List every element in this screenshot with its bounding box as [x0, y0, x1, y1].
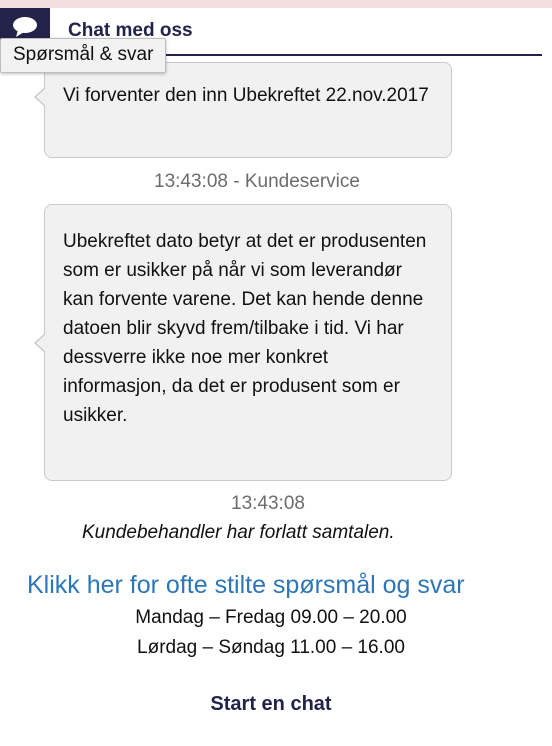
- faq-link[interactable]: Klikk her for ofte stilte spørsmål og sv…: [27, 571, 465, 600]
- opening-hours-weekdays: Mandag – Fredag 09.00 – 20.00: [135, 607, 407, 628]
- opening-hours-weekend: Lørdag – Søndag 11.00 – 16.00: [137, 637, 405, 658]
- message-bubble: Vi forventer den inn Ubekreftet 22.nov.2…: [34, 62, 452, 158]
- message-text: Ubekreftet dato betyr at det er produsen…: [63, 231, 427, 426]
- message-timestamp: 13:43:08: [231, 493, 305, 514]
- top-edge: [0, 0, 552, 8]
- start-chat-button[interactable]: Start en chat: [0, 693, 542, 716]
- message-meta: 13:43:08 - Kundeservice: [154, 171, 360, 192]
- chat-bubble-icon: [13, 17, 37, 37]
- message-bubble: Ubekreftet dato betyr at det er produsen…: [34, 204, 452, 481]
- faq-tooltip: Spørsmål & svar: [0, 38, 167, 73]
- message-text: Vi forventer den inn Ubekreftet 22.nov.2…: [63, 85, 429, 106]
- agent-left-notice: Kundebehandler har forlatt samtalen.: [82, 522, 395, 543]
